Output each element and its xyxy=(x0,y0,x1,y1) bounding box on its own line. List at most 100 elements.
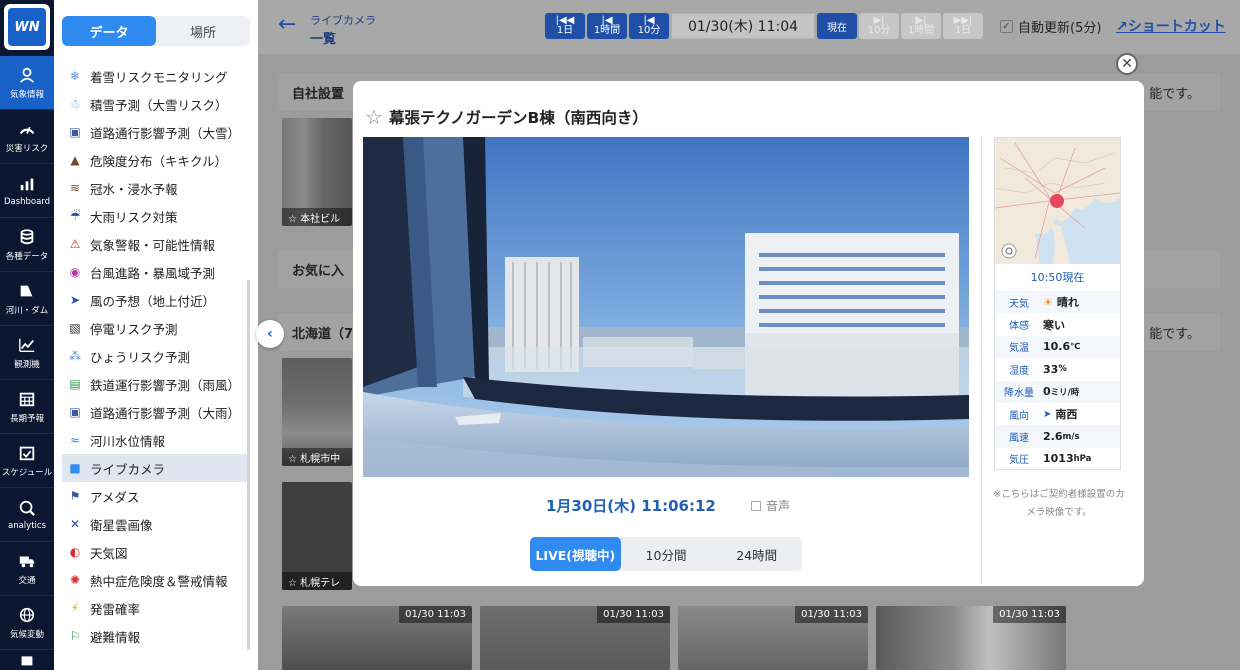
section-title: 北海道（7 xyxy=(292,326,354,342)
weather-side-panel: 10:50現在 天気 ☀ 晴れ 体感 寒い 気温 10.6 ℃ 湿度 33% 降水量 0 ミリ/時 風向 ➤… xyxy=(994,137,1121,470)
menu-item[interactable]: ⚡ 発雷確率 xyxy=(62,594,248,622)
app-logo[interactable]: WN xyxy=(4,4,50,50)
sound-checkbox[interactable]: 音声 xyxy=(751,497,790,514)
snow-person-icon: ☃ xyxy=(69,97,81,111)
tab-location[interactable]: 場所 xyxy=(156,16,250,46)
rail-item-climate[interactable]: 気候変動 xyxy=(0,596,54,650)
wind-direction-icon: ➤ xyxy=(1043,408,1052,420)
step-back-1day-button[interactable]: |◀◀ 1日 xyxy=(545,13,585,39)
checkbox-checked-icon: ✓ xyxy=(1000,20,1013,33)
rail-item-weather[interactable]: 気象情報 xyxy=(0,56,54,110)
camera-thumbnail[interactable]: 01/30 11:03 xyxy=(282,606,472,670)
menu-item-label: 河川水位情報 xyxy=(90,433,166,449)
weather-value: 10.6 xyxy=(1043,340,1071,354)
mode-10min-button[interactable]: 10分間 xyxy=(621,537,712,571)
modal-title: ☆ 幕張テクノガーデンB棟（南西向き） xyxy=(365,105,648,129)
rail-item-river-dam[interactable]: 河川・ダム xyxy=(0,272,54,326)
breadcrumb-parent[interactable]: ライブカメラ xyxy=(310,12,376,28)
mode-live-button[interactable]: LIVE(視聴中) xyxy=(530,537,621,571)
rail-item-long-forecast[interactable]: 長期予報 xyxy=(0,380,54,434)
rail-item-observation[interactable]: 観測機 xyxy=(0,326,54,380)
camera-thumbnail[interactable]: ☆ 札幌テレ xyxy=(282,482,352,590)
favorite-star-icon[interactable]: ☆ xyxy=(365,105,383,129)
section-note: 能です。 xyxy=(1149,86,1200,102)
modal-close-button[interactable]: ✕ xyxy=(1116,53,1138,75)
rail-item-data[interactable]: 各種データ xyxy=(0,218,54,272)
menu-item[interactable]: ❄ 着雪リスクモニタリング xyxy=(62,62,248,90)
rail-item-dashboard[interactable]: Dashboard xyxy=(0,164,54,218)
menu-item[interactable]: ➤ 風の予想（地上付近） xyxy=(62,286,248,314)
weather-value: 0 xyxy=(1043,385,1051,399)
tab-data[interactable]: データ xyxy=(62,16,156,46)
camera-thumbnail[interactable]: 01/30 11:03 xyxy=(480,606,670,670)
camera-thumbnail[interactable]: 01/30 11:03 xyxy=(678,606,868,670)
step-back-1hour-button[interactable]: |◀ 1時間 xyxy=(587,13,627,39)
menu-item-label: 積雪予測（大雪リスク） xyxy=(90,97,228,113)
back-arrow-icon[interactable]: ← xyxy=(278,14,302,38)
thumbnail-time: 01/30 11:03 xyxy=(795,606,868,623)
menu-item[interactable]: ✺ 熱中症危険度＆警戒情報 xyxy=(62,566,248,594)
menu-item[interactable]: ▤ 鉄道運行影響予測（雨風） xyxy=(62,370,248,398)
step-back-10min-button[interactable]: |◀ 10分 xyxy=(629,13,669,39)
current-time-display[interactable]: 01/30(木) 11:04 xyxy=(671,13,815,39)
shortcut-link[interactable]: ↗ショートカット xyxy=(1116,16,1226,36)
collapse-menu-button[interactable]: ‹ xyxy=(256,320,284,348)
snow-wind-icon: ❄ xyxy=(69,69,81,83)
wind-arrow-icon: ➤ xyxy=(69,293,81,307)
menu-item[interactable]: ▣ 道路通行影響予測（大雪） xyxy=(62,118,248,146)
camera-name: 幕張テクノガーデンB棟（南西向き） xyxy=(388,109,648,127)
rail-label: 交通 xyxy=(18,576,36,586)
auto-update-checkbox[interactable]: ✓ 自動更新(5分) xyxy=(1000,17,1101,36)
menu-item[interactable]: ▣ 道路通行影響予測（大雨） xyxy=(62,398,248,426)
mode-24h-button[interactable]: 24時間 xyxy=(711,537,802,571)
menu-scrollbar[interactable] xyxy=(247,280,250,650)
rail-item-analytics[interactable]: analytics xyxy=(0,488,54,542)
live-camera-view[interactable] xyxy=(363,137,969,477)
menu-item[interactable]: ◐ 天気図 xyxy=(62,538,248,566)
weather-value-cell: 1013 hPa xyxy=(1043,452,1091,465)
section-title: 自社設置 xyxy=(292,86,345,102)
menu-item[interactable]: ☔ 大雨リスク対策 xyxy=(62,202,248,230)
menu-item-label: ひょうリスク予測 xyxy=(90,349,191,365)
shortcut-label: ショートカット xyxy=(1127,19,1226,35)
step-label: 1時間 xyxy=(907,25,935,36)
weather-unit: ℃ xyxy=(1070,341,1081,352)
step-forward-1day-button[interactable]: ▶▶| 1日 xyxy=(943,13,983,39)
weather-unit: % xyxy=(1058,364,1067,375)
menu-item[interactable]: ≈ 河川水位情報 xyxy=(62,426,248,454)
typhoon-icon: ◉ xyxy=(69,265,81,279)
camera-image xyxy=(363,137,969,477)
menu-item[interactable]: ☃ 積雪予測（大雪リスク） xyxy=(62,90,248,118)
menu-item[interactable]: ⚐ 避難情報 xyxy=(62,622,248,650)
camera-thumbnail[interactable]: ☆ 札幌市中 xyxy=(282,358,352,466)
camera-thumbnail[interactable]: ☆ 本社ビル xyxy=(282,118,352,226)
menu-item[interactable]: ▧ 停電リスク予測 xyxy=(62,314,248,342)
menu-item[interactable]: ⁂ ひょうリスク予測 xyxy=(62,342,248,370)
now-button[interactable]: 現在 xyxy=(817,13,857,39)
weather-value-cell: 2.6 m/s xyxy=(1043,430,1080,443)
menu-item-label: 発雷確率 xyxy=(90,601,141,617)
location-map[interactable] xyxy=(995,138,1120,264)
menu-item[interactable]: ⚠ 気象警報・可能性情報 xyxy=(62,230,248,258)
rail-item-disaster-risk[interactable]: 災害リスク xyxy=(0,110,54,164)
weather-value: 晴れ xyxy=(1056,296,1079,310)
step-forward-10min-button[interactable]: ▶| 10分 xyxy=(859,13,899,39)
section-note: 能です。 xyxy=(1149,326,1200,342)
weather-key: 気圧 xyxy=(1009,455,1029,467)
rail-item-more[interactable] xyxy=(0,652,54,670)
menu-item[interactable]: ■ ライブカメラ xyxy=(62,454,248,482)
menu-item[interactable]: ✕ 衛星雲画像 xyxy=(62,510,248,538)
menu-item[interactable]: ▲ 危険度分布（キキクル） xyxy=(62,146,248,174)
menu-item[interactable]: ≋ 冠水・浸水予報 xyxy=(62,174,248,202)
menu-item[interactable]: ⚑ アメダス xyxy=(62,482,248,510)
line-chart-icon xyxy=(17,335,37,355)
truck-icon xyxy=(17,551,37,571)
menu-item[interactable]: ◉ 台風進路・暴風域予測 xyxy=(62,258,248,286)
step-label: 1日 xyxy=(954,25,972,36)
rail-item-schedule[interactable]: スケジュール xyxy=(0,434,54,488)
step-forward-1hour-button[interactable]: ▶| 1時間 xyxy=(901,13,941,39)
rail-item-traffic[interactable]: 交通 xyxy=(0,542,54,596)
menu-item-label: 気象警報・可能性情報 xyxy=(90,237,216,253)
camera-thumbnail[interactable]: 01/30 11:03 xyxy=(876,606,1066,670)
weather-value: 1013 xyxy=(1043,452,1074,466)
